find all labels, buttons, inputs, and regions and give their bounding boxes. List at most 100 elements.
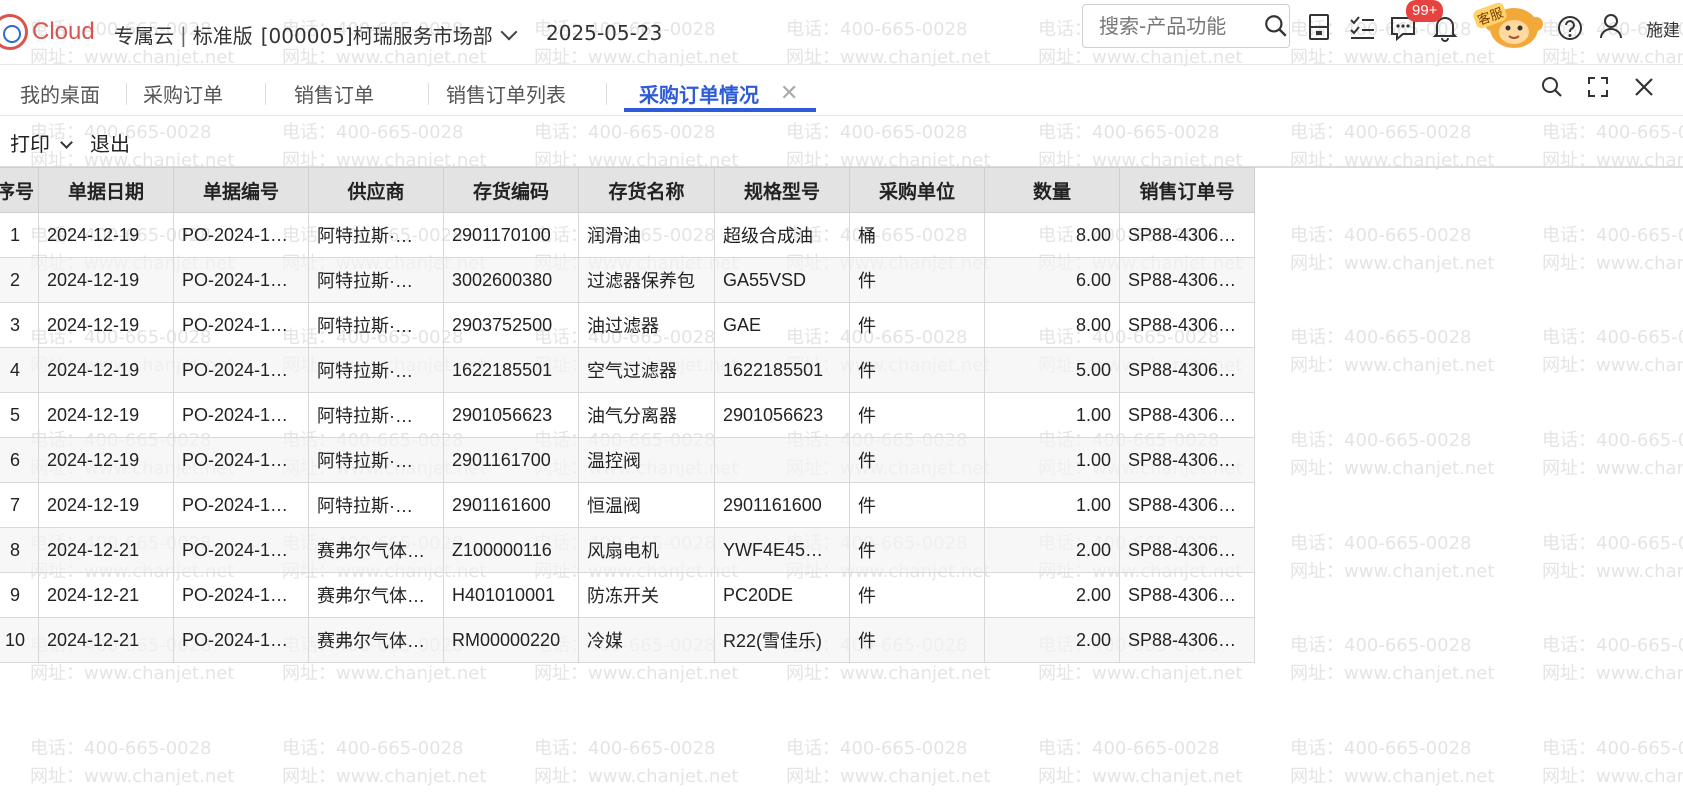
- cell-doc-number[interactable]: PO-2024-1…: [173, 302, 309, 348]
- print-button[interactable]: 打印: [10, 128, 74, 157]
- cell-item-name[interactable]: 润滑油: [578, 212, 715, 258]
- cell-item-code[interactable]: 3002600380: [443, 257, 579, 303]
- cell-doc-date[interactable]: 2024-12-19: [38, 482, 174, 528]
- table-row[interactable]: 5 2024-12-19 PO-2024-1… 阿特拉斯·… 2901056623 油气分…: [0, 392, 1255, 438]
- cell-seq[interactable]: 1: [0, 212, 39, 258]
- cell-unit[interactable]: 件: [849, 392, 985, 438]
- column-header-doc-number[interactable]: 单据编号: [173, 167, 309, 213]
- logo[interactable]: Cloud: [0, 12, 95, 52]
- cell-supplier[interactable]: 赛弗尔气体…: [308, 617, 444, 663]
- cell-item-name[interactable]: 冷媒: [578, 617, 715, 663]
- cell-doc-number[interactable]: PO-2024-1…: [173, 482, 309, 528]
- cell-doc-number[interactable]: PO-2024-1…: [173, 212, 309, 258]
- column-header-seq[interactable]: 序号: [0, 167, 39, 213]
- cell-item-code[interactable]: 2901161600: [443, 482, 579, 528]
- cell-unit[interactable]: 件: [849, 617, 985, 663]
- cell-quantity[interactable]: 6.00: [984, 257, 1120, 303]
- cell-supplier[interactable]: 阿特拉斯·…: [308, 257, 444, 303]
- table-row[interactable]: 6 2024-12-19 PO-2024-1… 阿特拉斯·… 2901161700 温控阀…: [0, 437, 1255, 483]
- table-row[interactable]: 8 2024-12-21 PO-2024-1… 赛弗尔气体… Z100000116 风扇电…: [0, 527, 1255, 573]
- cell-seq[interactable]: 4: [0, 347, 39, 393]
- column-header-quantity[interactable]: 数量: [984, 167, 1120, 213]
- search-box[interactable]: [1082, 4, 1290, 48]
- cell-spec[interactable]: YWF4E45…: [714, 527, 850, 573]
- cell-quantity[interactable]: 2.00: [984, 617, 1120, 663]
- tab-sales-order[interactable]: 销售订单: [294, 79, 374, 115]
- cell-seq[interactable]: 2: [0, 257, 39, 303]
- cell-doc-date[interactable]: 2024-12-21: [38, 617, 174, 663]
- table-row[interactable]: 7 2024-12-19 PO-2024-1… 阿特拉斯·… 2901161600 恒温阀…: [0, 482, 1255, 528]
- cell-item-code[interactable]: 2901161700: [443, 437, 579, 483]
- table-row[interactable]: 9 2024-12-21 PO-2024-1… 赛弗尔气体… H401010001 防冻开…: [0, 572, 1255, 618]
- cell-supplier[interactable]: 阿特拉斯·…: [308, 212, 444, 258]
- cell-doc-number[interactable]: PO-2024-1…: [173, 347, 309, 393]
- cell-spec[interactable]: [714, 437, 850, 483]
- cell-seq[interactable]: 5: [0, 392, 39, 438]
- cell-doc-date[interactable]: 2024-12-19: [38, 392, 174, 438]
- cell-item-name[interactable]: 油过滤器: [578, 302, 715, 348]
- cell-sales-order-no[interactable]: SP88-4306…: [1119, 302, 1255, 348]
- cell-item-name[interactable]: 风扇电机: [578, 527, 715, 573]
- column-header-supplier[interactable]: 供应商: [308, 167, 444, 213]
- exit-button[interactable]: 退出: [90, 128, 130, 157]
- cell-unit[interactable]: 桶: [849, 212, 985, 258]
- cell-spec[interactable]: R22(雪佳乐): [714, 617, 850, 663]
- cell-doc-date[interactable]: 2024-12-19: [38, 212, 174, 258]
- cell-item-name[interactable]: 空气过滤器: [578, 347, 715, 393]
- search-icon[interactable]: [1263, 13, 1289, 39]
- cell-supplier[interactable]: 赛弗尔气体…: [308, 527, 444, 573]
- cell-spec[interactable]: PC20DE: [714, 572, 850, 618]
- cell-sales-order-no[interactable]: SP88-4306…: [1119, 527, 1255, 573]
- cell-item-name[interactable]: 油气分离器: [578, 392, 715, 438]
- cell-seq[interactable]: 6: [0, 437, 39, 483]
- help-icon[interactable]: [1556, 14, 1584, 42]
- cell-sales-order-no[interactable]: SP88-4306…: [1119, 257, 1255, 303]
- cell-sales-order-no[interactable]: SP88-4306…: [1119, 347, 1255, 393]
- company-switcher[interactable]: 专属云 | 标准版 [000005]柯瑞服务市场部: [114, 20, 518, 49]
- cell-unit[interactable]: 件: [849, 347, 985, 393]
- cell-item-code[interactable]: 2901056623: [443, 392, 579, 438]
- cell-item-code[interactable]: H401010001: [443, 572, 579, 618]
- cell-spec[interactable]: GAE: [714, 302, 850, 348]
- cell-seq[interactable]: 10: [0, 617, 39, 663]
- cell-item-name[interactable]: 恒温阀: [578, 482, 715, 528]
- cell-seq[interactable]: 7: [0, 482, 39, 528]
- tab-search-icon[interactable]: [1540, 75, 1564, 99]
- cell-sales-order-no[interactable]: SP88-4306…: [1119, 482, 1255, 528]
- cell-doc-number[interactable]: PO-2024-1…: [173, 392, 309, 438]
- cell-supplier[interactable]: 阿特拉斯·…: [308, 437, 444, 483]
- cell-item-code[interactable]: 2903752500: [443, 302, 579, 348]
- cell-item-code[interactable]: 1622185501: [443, 347, 579, 393]
- cell-doc-date[interactable]: 2024-12-19: [38, 347, 174, 393]
- cell-item-name[interactable]: 温控阀: [578, 437, 715, 483]
- cell-quantity[interactable]: 2.00: [984, 527, 1120, 573]
- cell-item-code[interactable]: RM00000220: [443, 617, 579, 663]
- cell-unit[interactable]: 件: [849, 257, 985, 303]
- table-row[interactable]: 1 2024-12-19 PO-2024-1… 阿特拉斯·… 2901170100 润滑油…: [0, 212, 1255, 258]
- cell-quantity[interactable]: 1.00: [984, 392, 1120, 438]
- cell-seq[interactable]: 9: [0, 572, 39, 618]
- cell-spec[interactable]: GA55VSD: [714, 257, 850, 303]
- table-row[interactable]: 10 2024-12-21 PO-2024-1… 赛弗尔气体… RM00000220 冷媒…: [0, 617, 1255, 663]
- username[interactable]: 施建: [1646, 16, 1680, 41]
- tab-purchase-order[interactable]: 采购订单: [143, 79, 223, 115]
- cell-quantity[interactable]: 1.00: [984, 482, 1120, 528]
- cell-sales-order-no[interactable]: SP88-4306…: [1119, 212, 1255, 258]
- cell-doc-date[interactable]: 2024-12-19: [38, 257, 174, 303]
- table-row[interactable]: 3 2024-12-19 PO-2024-1… 阿特拉斯·… 2903752500 油过滤…: [0, 302, 1255, 348]
- cell-unit[interactable]: 件: [849, 527, 985, 573]
- table-row[interactable]: 4 2024-12-19 PO-2024-1… 阿特拉斯·… 1622185501 空气过…: [0, 347, 1255, 393]
- cell-supplier[interactable]: 阿特拉斯·…: [308, 482, 444, 528]
- cell-supplier[interactable]: 阿特拉斯·…: [308, 347, 444, 393]
- cell-unit[interactable]: 件: [849, 437, 985, 483]
- cell-spec[interactable]: 2901056623: [714, 392, 850, 438]
- cell-item-code[interactable]: Z100000116: [443, 527, 579, 573]
- cell-item-code[interactable]: 2901170100: [443, 212, 579, 258]
- tab-close-icon[interactable]: ✕: [780, 81, 798, 106]
- cell-unit[interactable]: 件: [849, 572, 985, 618]
- cell-supplier[interactable]: 阿特拉斯·…: [308, 392, 444, 438]
- column-header-spec[interactable]: 规格型号: [714, 167, 850, 213]
- column-header-sales-order-no[interactable]: 销售订单号: [1119, 167, 1255, 213]
- cell-doc-date[interactable]: 2024-12-19: [38, 302, 174, 348]
- column-header-item-name[interactable]: 存货名称: [578, 167, 715, 213]
